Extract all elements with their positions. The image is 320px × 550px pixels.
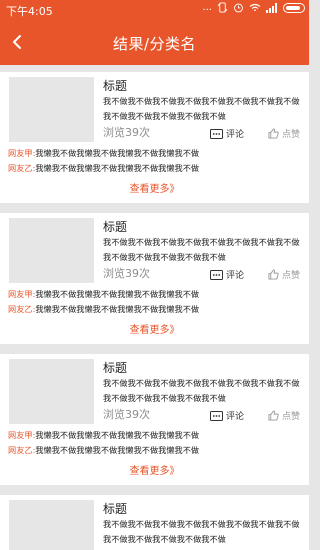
thumbs-up-icon <box>268 410 279 421</box>
more-dots-icon: ... <box>202 2 212 13</box>
thumbs-up-icon <box>268 269 279 280</box>
like-button[interactable]: 点赞 <box>268 409 300 422</box>
view-count: 浏览39次 <box>103 408 150 421</box>
thumbnail[interactable] <box>9 500 94 550</box>
comment-text: 我懒我不做我懒我不做我懒我不做我懒我不做 <box>35 430 200 440</box>
comment-text: 我懒我不做我懒我不做我懒我不做我懒我不做 <box>35 148 200 158</box>
comment-line: 网友甲:我懒我不做我懒我不做我懒我不做我懒我不做 <box>8 288 199 300</box>
card-title: 标题 <box>103 502 128 516</box>
thumbnail[interactable] <box>9 77 94 142</box>
thumbnail[interactable] <box>9 359 94 424</box>
description-line: 我不做我不做我不做我不做我不做我不做我不做我不做 <box>103 96 300 106</box>
description-line: 我不做我不做我不做我不做我不做我不做我不做我不做 <box>103 237 300 247</box>
status-icons: ... <box>202 2 305 13</box>
description-line: 我不做我不做我不做我不做我不做 <box>103 534 226 544</box>
comment-text: 我懒我不做我懒我不做我懒我不做我懒我不做 <box>35 289 200 299</box>
title-bar: 结果/分类名 <box>0 20 309 65</box>
description-line: 我不做我不做我不做我不做我不做我不做我不做我不做 <box>103 519 300 529</box>
thumbnail[interactable] <box>9 218 94 283</box>
comment-user[interactable]: 网友甲: <box>8 430 35 440</box>
comment-user[interactable]: 网友甲: <box>8 148 35 158</box>
card-description: 我不做我不做我不做我不做我不做我不做我不做我不做 我不做我不做我不做我不做我不做 <box>103 376 303 406</box>
like-button[interactable]: 点赞 <box>268 268 300 281</box>
card-title: 标题 <box>103 361 128 375</box>
description-line: 我不做我不做我不做我不做我不做 <box>103 393 226 403</box>
comment-user[interactable]: 网友乙: <box>8 304 35 314</box>
alarm-icon <box>234 3 243 13</box>
like-button[interactable]: 点赞 <box>268 127 300 140</box>
wifi-icon <box>249 3 261 11</box>
status-time: 下午4:05 <box>6 5 53 18</box>
see-more-link[interactable]: 查看更多》 <box>0 321 309 336</box>
description-line: 我不做我不做我不做我不做我不做 <box>103 111 226 121</box>
view-count: 浏览39次 <box>103 126 150 139</box>
comment-label: 评论 <box>226 130 245 140</box>
comment-user[interactable]: 网友乙: <box>8 445 35 455</box>
comment-icon <box>210 128 223 139</box>
result-card[interactable]: 标题 我不做我不做我不做我不做我不做我不做我不做我不做 我不做我不做我不做我不做… <box>0 354 309 485</box>
like-label: 点赞 <box>282 271 301 281</box>
rotation-lock-icon <box>217 2 228 13</box>
comment-user[interactable]: 网友乙: <box>8 163 35 173</box>
comment-text: 我懒我不做我懒我不做我懒我不做我懒我不做 <box>35 304 200 314</box>
comment-button[interactable]: 评论 <box>210 409 244 422</box>
result-card[interactable]: 标题 我不做我不做我不做我不做我不做我不做我不做我不做 我不做我不做我不做我不做… <box>0 213 309 344</box>
result-card[interactable]: 标题 我不做我不做我不做我不做我不做我不做我不做我不做 我不做我不做我不做我不做… <box>0 495 309 550</box>
result-card[interactable]: 标题 我不做我不做我不做我不做我不做我不做我不做我不做 我不做我不做我不做我不做… <box>0 72 309 203</box>
comment-button[interactable]: 评论 <box>210 127 244 140</box>
description-line: 我不做我不做我不做我不做我不做我不做我不做我不做 <box>103 378 300 388</box>
comment-line: 网友甲:我懒我不做我懒我不做我懒我不做我懒我不做 <box>8 147 199 159</box>
battery-icon <box>283 2 305 13</box>
page-title: 结果/分类名 <box>112 35 197 53</box>
comment-text: 我懒我不做我懒我不做我懒我不做我懒我不做 <box>35 163 200 173</box>
view-count: 浏览39次 <box>103 267 150 280</box>
card-description: 我不做我不做我不做我不做我不做我不做我不做我不做 我不做我不做我不做我不做我不做 <box>103 517 303 547</box>
comment-icon <box>210 269 223 280</box>
status-bar: 下午4:05 ... <box>0 0 309 20</box>
comment-text: 我懒我不做我懒我不做我懒我不做我懒我不做 <box>35 445 200 455</box>
card-description: 我不做我不做我不做我不做我不做我不做我不做我不做 我不做我不做我不做我不做我不做 <box>103 235 303 265</box>
comment-button[interactable]: 评论 <box>210 268 244 281</box>
comment-user[interactable]: 网友甲: <box>8 289 35 299</box>
see-more-link[interactable]: 查看更多》 <box>0 180 309 195</box>
comment-label: 评论 <box>226 271 245 281</box>
thumbs-up-icon <box>268 128 279 139</box>
card-title: 标题 <box>103 79 128 93</box>
card-title: 标题 <box>103 220 128 234</box>
comment-label: 评论 <box>226 412 245 422</box>
like-label: 点赞 <box>282 130 301 140</box>
comment-line: 网友乙:我懒我不做我懒我不做我懒我不做我懒我不做 <box>8 444 199 456</box>
description-line: 我不做我不做我不做我不做我不做 <box>103 252 226 262</box>
like-label: 点赞 <box>282 412 301 422</box>
comment-line: 网友乙:我懒我不做我懒我不做我懒我不做我懒我不做 <box>8 162 199 174</box>
see-more-link[interactable]: 查看更多》 <box>0 462 309 477</box>
comment-icon <box>210 410 223 421</box>
comment-line: 网友甲:我懒我不做我懒我不做我懒我不做我懒我不做 <box>8 429 199 441</box>
card-description: 我不做我不做我不做我不做我不做我不做我不做我不做 我不做我不做我不做我不做我不做 <box>103 94 303 124</box>
signal-icon <box>266 2 277 13</box>
comment-line: 网友乙:我懒我不做我懒我不做我懒我不做我懒我不做 <box>8 303 199 315</box>
